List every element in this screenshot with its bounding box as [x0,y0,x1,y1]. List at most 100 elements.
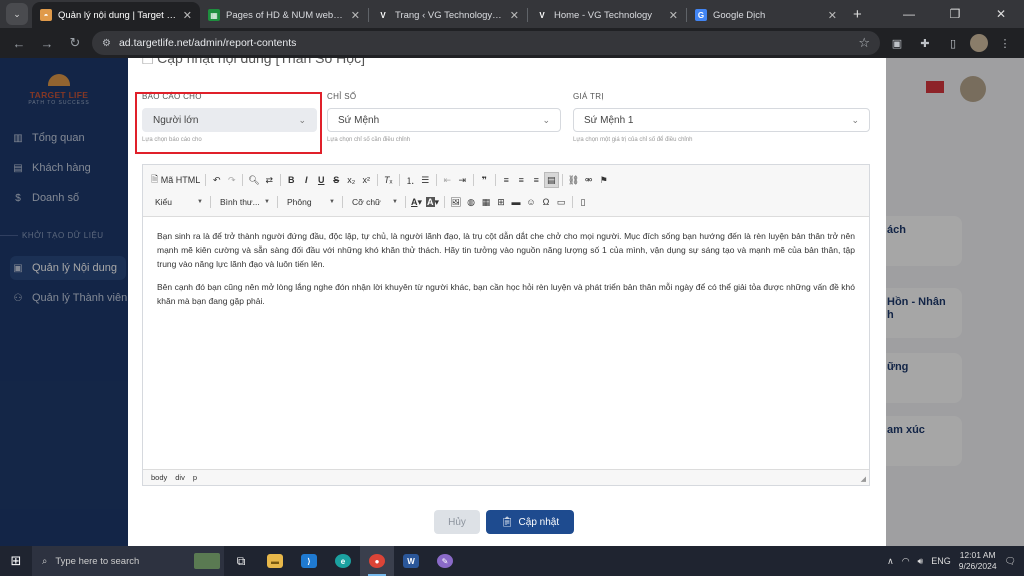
taskbar-search[interactable]: ⌕ Type here to search [32,546,224,576]
subscript-button[interactable]: x₂ [344,172,359,188]
volume-icon[interactable]: 🔊︎ [918,556,924,567]
toolbar-separator [571,196,573,208]
style-combo[interactable]: Kiểu ▼ [149,194,207,210]
site-info-icon[interactable]: ⚙ [102,38,111,49]
chrome-icon[interactable]: ● [360,546,394,576]
align-right-icon[interactable]: ≡ [529,172,544,188]
redo-icon[interactable]: ↷ [224,172,239,188]
align-left-icon[interactable]: ≡ [499,172,514,188]
media-icon[interactable]: ▦ [479,194,494,210]
word-icon[interactable]: W [394,546,428,576]
browser-tab[interactable]: ▦ Pages of HD & NUM web - Goo ✕ [200,2,368,28]
undo-icon[interactable]: ↶ [209,172,224,188]
tab-search-button[interactable]: ⌄ [6,3,28,25]
font-combo[interactable]: Phông ▼ [281,194,339,210]
save-button[interactable]: 📋︎ Cập nhật [486,510,574,534]
sidepanel-icon[interactable]: ▯ [942,32,964,54]
profile-avatar[interactable] [970,34,988,52]
image-icon[interactable]: 🖼︎ [448,194,463,210]
browser-tab-active[interactable]: ◓ Quản lý nội dung | Target Life ✕ [32,2,200,28]
chevron-down-icon: ⌄ [542,114,550,125]
toolbar-separator [242,174,244,186]
sheets-icon: ▦ [208,9,220,21]
extension-icon[interactable]: ▣ [886,32,908,54]
file-explorer-icon[interactable]: ▬ [258,546,292,576]
chevron-up-icon[interactable]: ∧ [887,556,894,567]
unlink-icon[interactable]: ⚮ [581,172,596,188]
bookmark-star-icon[interactable]: ☆ [858,35,870,51]
anchor-flag-icon[interactable]: ⚑ [596,172,611,188]
red-highlight-box [135,92,322,154]
link-icon[interactable]: ⛓ [566,172,581,188]
editor-content[interactable]: Bạn sinh ra là để trở thành người đứng đ… [143,217,869,470]
paint-icon[interactable]: ✎ [428,546,462,576]
wifi-icon[interactable]: ◠ [902,556,910,567]
language-indicator[interactable]: ENG [931,556,951,566]
back-arrow-icon[interactable]: ← [8,36,30,51]
task-view-icon[interactable]: ⧉ [224,546,258,576]
resize-handle-icon[interactable]: ◢ [861,475,866,483]
content-paragraph: Bên cạnh đó bạn cũng nên mở lòng lắng ng… [157,282,855,306]
close-tab-icon[interactable]: ✕ [828,9,837,22]
text-color-icon[interactable]: A ▾ [409,194,424,210]
browser-tab[interactable]: V Trang ‹ VG Technology — Word ✕ [369,2,527,28]
replace-icon[interactable]: ⇄ [262,172,277,188]
value-select[interactable]: Sứ Mệnh 1 ⌄ [573,108,870,132]
puzzle-icon[interactable]: ✚ [914,32,936,54]
iframe-icon[interactable]: ▭ [554,194,569,210]
clock[interactable]: 12:01 AM 9/26/2024 [959,550,997,572]
italic-button[interactable]: I [299,172,314,188]
underline-button[interactable]: U [314,172,329,188]
restore-icon[interactable]: ❐ [932,0,978,28]
v-icon: V [539,10,545,20]
special-char-icon[interactable]: Ω [539,194,554,210]
index-select[interactable]: Sứ Mệnh ⌄ [327,108,561,132]
vscode-icon[interactable]: ⟩ [292,546,326,576]
notification-icon[interactable]: 🗨︎ [1005,556,1016,567]
size-combo[interactable]: Cỡ chữ ▼ [346,194,402,210]
path-item[interactable]: p [193,473,197,482]
table-icon[interactable]: ⊞ [494,194,509,210]
indent-icon[interactable]: ⇥ [455,172,470,188]
tab-title: Quản lý nội dung | Target Life [58,9,177,21]
align-justify-icon[interactable]: ▤ [543,172,559,188]
new-tab-icon[interactable]: + [853,6,862,23]
format-combo[interactable]: Bình thư... ▼ [214,194,274,210]
superscript-button[interactable]: x² [359,172,374,188]
flash-icon[interactable]: ◍ [464,194,479,210]
browser-tab[interactable]: V Home - VG Technology ✕ [528,2,686,28]
close-tab-icon[interactable]: ✕ [351,9,360,22]
browser-tab[interactable]: G Google Dịch ✕ [687,2,845,28]
minimize-icon[interactable]: — [886,0,932,28]
url-text[interactable]: ad.targetlife.net/admin/report-contents [119,37,850,49]
find-icon[interactable]: 🔍︎ [246,172,261,188]
close-tab-icon[interactable]: ✕ [669,9,678,22]
clear-format-icon[interactable]: Tₓ [381,172,396,188]
close-tab-icon[interactable]: ✕ [510,9,519,22]
source-html-button[interactable]: 🗎 Mã HTML [149,172,202,188]
forward-arrow-icon[interactable]: → [36,36,58,51]
close-window-icon[interactable]: ✕ [978,0,1024,28]
bold-button[interactable]: B [284,172,299,188]
clipboard-icon: 📋︎ [500,516,514,528]
cancel-button[interactable]: Hủy [434,510,480,534]
address-bar[interactable]: ⚙ ad.targetlife.net/admin/report-content… [92,31,880,55]
path-item[interactable]: body [151,473,167,482]
edge-icon[interactable]: e [326,546,360,576]
strikethrough-button[interactable]: S [329,172,344,188]
align-center-icon[interactable]: ≡ [514,172,529,188]
background-color-icon[interactable]: A ▾ [424,194,441,210]
show-blocks-icon[interactable]: ▯ [576,194,591,210]
menu-dots-icon[interactable]: ⋮ [994,32,1016,54]
blockquote-icon[interactable]: ❞ [477,172,492,188]
path-item[interactable]: div [175,473,185,482]
outdent-icon[interactable]: ⇤ [440,172,455,188]
smiley-icon[interactable]: ☺ [524,194,539,210]
bullet-list-icon[interactable]: ☰ [418,172,433,188]
reload-icon[interactable]: ↻ [64,35,86,51]
windows-start-icon[interactable]: ⊞ [0,546,32,576]
numbered-list-icon[interactable]: ⒈ [403,172,418,188]
horizontal-rule-icon[interactable]: ▬ [509,194,524,210]
rich-text-editor: 🗎 Mã HTML ↶ ↷ 🔍︎ ⇄ B I U S x₂ x² Tₓ ⒈ ☰ … [142,164,870,486]
close-tab-icon[interactable]: ✕ [183,9,192,22]
